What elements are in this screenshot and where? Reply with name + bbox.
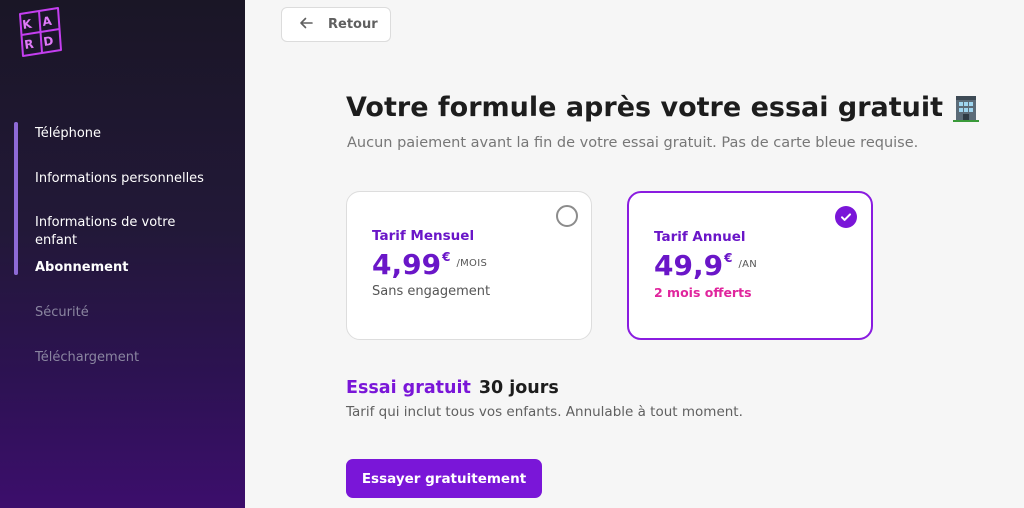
price-row: 4,99 € /MOIS <box>372 248 487 282</box>
radio-unchecked-icon[interactable] <box>556 205 578 227</box>
plan-name: Tarif Mensuel <box>372 228 475 244</box>
plan-offer: 2 mois offerts <box>654 285 752 300</box>
page-title: Votre formule après votre essai gratuit <box>346 92 980 123</box>
trial-heading: Essai gratuit 30 jours <box>346 378 559 398</box>
plan-currency: € <box>724 251 733 265</box>
plan-price: 49,9 <box>654 249 724 282</box>
check-circle-icon[interactable] <box>835 206 857 228</box>
plan-card-annual[interactable]: Tarif Annuel 49,9 € /AN 2 mois offerts <box>627 191 873 340</box>
plan-currency: € <box>442 250 451 264</box>
svg-text:R: R <box>23 37 34 52</box>
plan-card-monthly[interactable]: Tarif Mensuel 4,99 € /MOIS Sans engageme… <box>346 191 592 340</box>
plan-name: Tarif Annuel <box>654 229 746 245</box>
plan-period: /MOIS <box>456 258 488 269</box>
plan-period: /AN <box>738 259 758 270</box>
plan-note: Sans engagement <box>372 284 491 299</box>
steps-progress-track <box>14 122 18 275</box>
trial-description: Tarif qui inclut tous vos enfants. Annul… <box>346 404 743 420</box>
sidebar-item-child-info[interactable]: Informations de votre enfant <box>35 214 195 250</box>
price-row: 49,9 € /AN <box>654 249 757 283</box>
back-label: Retour <box>328 17 378 32</box>
sidebar-item-security[interactable]: Sécurité <box>35 304 225 322</box>
steps-progress-fill <box>14 122 18 275</box>
back-button[interactable]: Retour <box>281 7 391 42</box>
sidebar-item-telephone[interactable]: Téléphone <box>35 125 225 143</box>
office-building-icon <box>953 94 980 122</box>
page-subtitle: Aucun paiement avant la fin de votre ess… <box>347 135 919 151</box>
trial-duration: 30 jours <box>478 378 559 398</box>
arrow-left-icon <box>298 15 314 35</box>
svg-text:D: D <box>42 34 54 49</box>
svg-text:K: K <box>21 17 33 32</box>
sidebar-item-download[interactable]: Téléchargement <box>35 349 225 367</box>
sidebar: K A R D Téléphone Informations personnel… <box>0 0 245 508</box>
trial-label: Essai gratuit <box>346 378 471 398</box>
plan-price: 4,99 <box>372 248 442 281</box>
start-trial-button[interactable]: Essayer gratuitement <box>346 459 542 498</box>
kard-logo: K A R D <box>14 4 66 60</box>
page-title-text: Votre formule après votre essai gratuit <box>346 92 944 123</box>
sidebar-item-personal-info[interactable]: Informations personnelles <box>35 170 225 188</box>
svg-text:A: A <box>41 14 53 29</box>
sidebar-item-subscription[interactable]: Abonnement <box>35 259 225 277</box>
